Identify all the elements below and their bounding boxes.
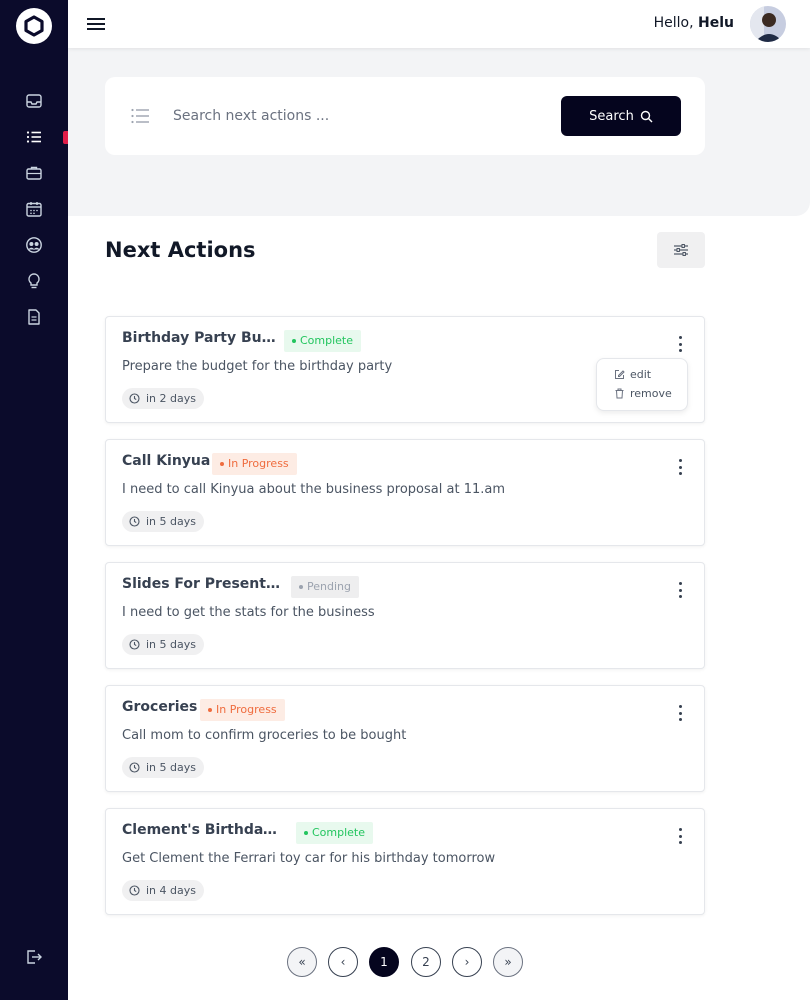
more-options-button[interactable] — [673, 827, 687, 845]
page-1-button[interactable]: 1 — [369, 947, 399, 977]
search-icon — [640, 110, 653, 122]
action-description: Get Clement the Ferrari toy car for his … — [122, 851, 496, 866]
avatar[interactable] — [750, 6, 786, 42]
action-description: Prepare the budget for the birthday part… — [122, 359, 393, 374]
last-page-button[interactable]: » — [493, 947, 523, 977]
top-bar: Hello, Helu — [68, 0, 810, 48]
clock-icon — [129, 516, 140, 527]
hexagon-logo-icon — [24, 15, 44, 37]
action-card[interactable]: Slides For Presentation Pending I need t… — [105, 562, 705, 669]
due-badge: in 5 days — [122, 511, 204, 532]
remove-label: remove — [630, 387, 672, 400]
action-card[interactable]: Clement's Birthday Party Complete Get Cl… — [105, 808, 705, 915]
logout-button[interactable] — [24, 947, 44, 967]
trash-icon — [615, 388, 624, 399]
more-options-button[interactable] — [673, 581, 687, 599]
sidebar-item-projects[interactable] — [24, 163, 44, 183]
filter-button[interactable] — [657, 232, 705, 268]
more-options-button[interactable] — [673, 335, 687, 353]
due-label: in 4 days — [146, 884, 196, 897]
due-badge: in 4 days — [122, 880, 204, 901]
action-card[interactable]: Groceries In Progress Call mom to confir… — [105, 685, 705, 792]
clock-icon — [129, 639, 140, 650]
due-label: in 5 days — [146, 638, 196, 651]
status-badge: Pending — [291, 576, 359, 598]
hamburger-icon — [87, 18, 105, 30]
due-badge: in 5 days — [122, 757, 204, 778]
status-badge: Complete — [296, 822, 374, 844]
sidebar-item-documents[interactable] — [24, 307, 44, 327]
status-badge: Complete — [284, 330, 362, 352]
due-badge: in 5 days — [122, 634, 204, 655]
user-name: Helu — [698, 15, 734, 31]
action-description: I need to get the stats for the business — [122, 605, 375, 620]
remove-menu-item[interactable]: remove — [614, 387, 672, 400]
list-icon — [131, 108, 149, 124]
clock-icon — [129, 885, 140, 896]
document-icon — [28, 309, 40, 325]
search-section: Search — [68, 48, 810, 216]
due-label: in 5 days — [146, 761, 196, 774]
clock-icon — [129, 762, 140, 773]
status-badge: In Progress — [200, 699, 285, 721]
page-title: Next Actions — [105, 238, 256, 262]
action-title: Slides For Presentation — [122, 576, 282, 592]
due-label: in 5 days — [146, 515, 196, 528]
sidebar-item-calendar[interactable] — [24, 199, 44, 219]
edit-icon — [615, 370, 625, 379]
greeting-prefix: Hello, — [653, 15, 694, 31]
card-actions-menu: edit remove — [596, 358, 688, 411]
lightbulb-icon — [28, 273, 40, 289]
search-button-label: Search — [589, 108, 634, 124]
sidebar-item-contacts[interactable] — [24, 235, 44, 255]
edit-label: edit — [630, 368, 652, 381]
due-label: in 2 days — [146, 392, 196, 405]
due-badge: in 2 days — [122, 388, 204, 409]
action-title: Birthday Party Budget — [122, 330, 282, 346]
sidebar — [0, 0, 68, 1000]
briefcase-icon — [26, 166, 42, 180]
action-title: Clement's Birthday Party — [122, 822, 278, 838]
list-icon — [26, 131, 41, 143]
prev-page-button[interactable]: ‹ — [328, 947, 358, 977]
action-card[interactable]: Call Kinyua In Progress I need to call K… — [105, 439, 705, 546]
clock-icon — [129, 393, 140, 404]
action-description: I need to call Kinyua about the business… — [122, 482, 505, 497]
people-icon — [26, 237, 42, 253]
next-page-button[interactable]: › — [452, 947, 482, 977]
sliders-icon — [674, 244, 688, 256]
sidebar-item-ideas[interactable] — [24, 271, 44, 291]
app-logo[interactable] — [16, 8, 52, 44]
search-button[interactable]: Search — [561, 96, 681, 136]
user-greeting: Hello, Helu — [654, 15, 734, 31]
sidebar-item-inbox[interactable] — [24, 91, 44, 111]
search-bar: Search — [105, 77, 705, 155]
more-options-button[interactable] — [673, 458, 687, 476]
calendar-icon — [26, 202, 42, 217]
status-badge: In Progress — [212, 453, 297, 475]
more-options-button[interactable] — [673, 704, 687, 722]
action-description: Call mom to confirm groceries to be boug… — [122, 728, 407, 743]
menu-toggle-button[interactable] — [86, 14, 106, 34]
inbox-icon — [26, 94, 42, 108]
sidebar-item-next-actions[interactable] — [24, 127, 44, 147]
first-page-button[interactable]: « — [287, 947, 317, 977]
logout-icon — [27, 950, 42, 964]
user-avatar-icon — [750, 6, 786, 42]
edit-menu-item[interactable]: edit — [614, 368, 651, 381]
action-title: Groceries — [122, 699, 198, 715]
action-title: Call Kinyua — [122, 453, 211, 469]
page-2-button[interactable]: 2 — [411, 947, 441, 977]
search-input[interactable] — [173, 101, 543, 131]
